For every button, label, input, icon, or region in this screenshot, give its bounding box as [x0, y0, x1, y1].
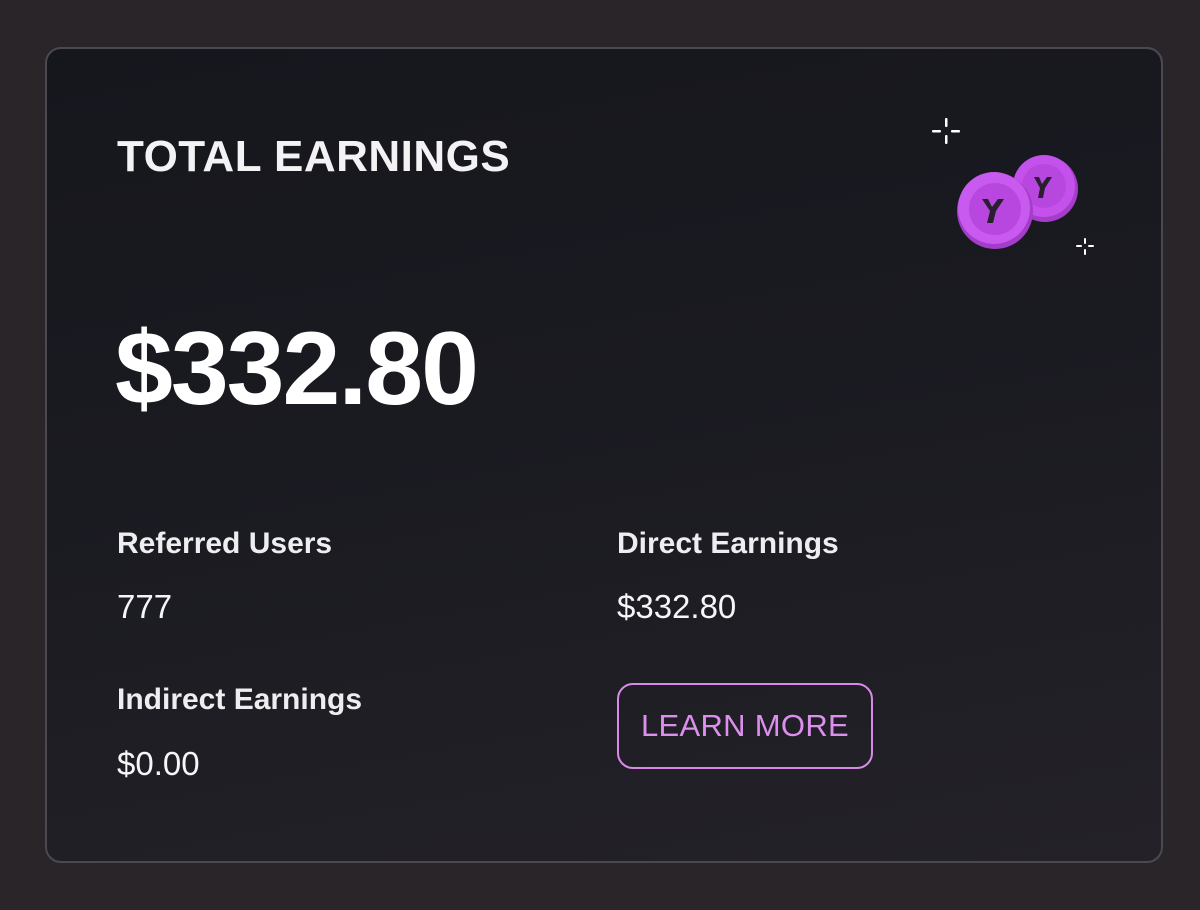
sparkle-icon [1076, 238, 1094, 255]
direct-earnings-value: $332.80 [617, 588, 737, 625]
indirect-earnings-label: Indirect Earnings [117, 683, 363, 716]
referred-users-value: 777 [117, 588, 173, 625]
card-title: TOTAL EARNINGS [117, 132, 511, 181]
referred-users-label: Referred Users [117, 527, 333, 560]
indirect-earnings-value: $0.00 [117, 745, 200, 782]
sparkle-icon [932, 118, 960, 144]
coins-illustration [922, 114, 1102, 274]
direct-earnings-label: Direct Earnings [617, 527, 839, 560]
total-earnings-amount: $332.80 [115, 311, 479, 427]
total-earnings-card: TOTAL EARNINGS $332.80 Referred Users 77… [45, 47, 1163, 863]
learn-more-button[interactable]: LEARN MORE [617, 683, 873, 769]
